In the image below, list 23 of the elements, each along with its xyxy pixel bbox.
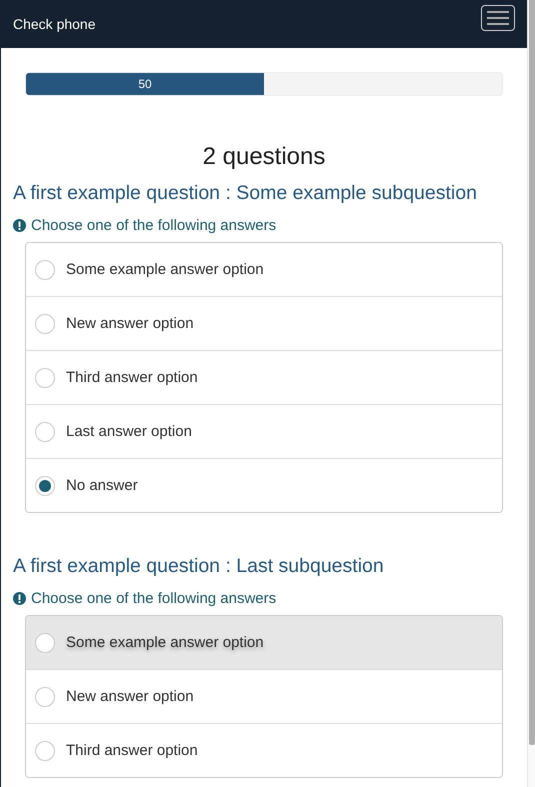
page-heading: 2 questions — [202, 143, 326, 171]
progress-fill: 50 — [26, 73, 264, 95]
radio-button[interactable] — [35, 686, 55, 706]
radio-button[interactable] — [35, 260, 55, 280]
answer-hint: Choose one of the following answers — [31, 217, 276, 234]
question-title: A first example question : Some example subquestion — [13, 181, 478, 205]
question-title: A first example question : Last subquestion — [13, 554, 385, 578]
answer-option[interactable]: Third answer option — [26, 723, 502, 777]
radio-button[interactable] — [35, 632, 55, 652]
radio-button[interactable] — [35, 740, 55, 760]
radio-button[interactable] — [35, 476, 55, 496]
answer-hint: Choose one of the following answers — [31, 590, 276, 607]
radio-button[interactable] — [35, 314, 55, 334]
exclamation-icon — [13, 219, 26, 232]
answer-option[interactable]: Some example answer option — [26, 616, 502, 669]
answer-option[interactable]: No answer — [26, 458, 502, 512]
radio-button[interactable] — [35, 368, 55, 388]
exclamation-icon — [13, 592, 26, 605]
navbar-title[interactable]: Check phone — [13, 16, 96, 32]
radio-button[interactable] — [35, 422, 55, 442]
scrollbar[interactable] — [527, 0, 535, 787]
menu-icon — [487, 11, 509, 25]
menu-button[interactable] — [481, 5, 515, 31]
